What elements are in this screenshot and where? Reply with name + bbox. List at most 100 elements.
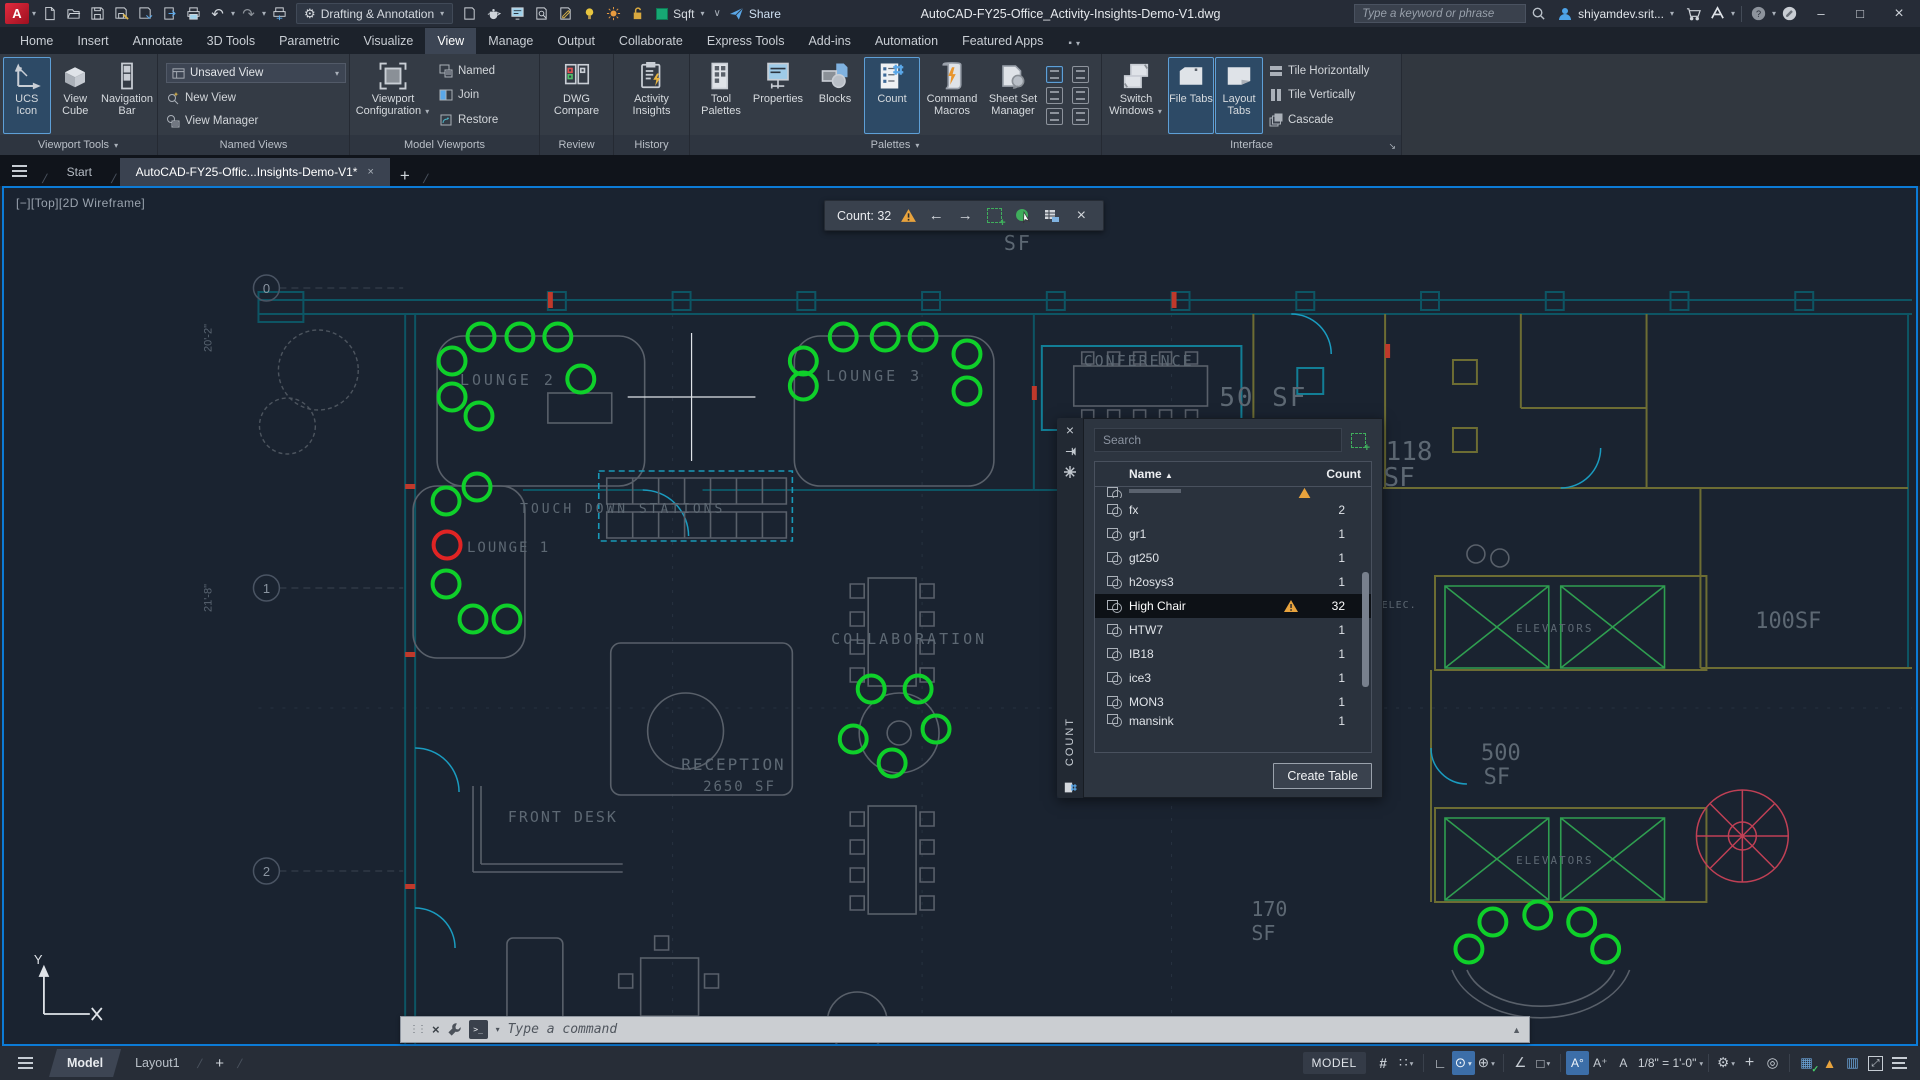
model-space-badge[interactable]: MODEL	[1303, 1052, 1366, 1074]
minimize-button[interactable]: –	[1802, 1, 1840, 27]
help-icon[interactable]: ?	[1747, 2, 1770, 25]
sheet-edit-icon[interactable]	[554, 2, 577, 25]
tab-automation[interactable]: Automation	[863, 28, 950, 54]
layout1-tab[interactable]: Layout1	[121, 1049, 193, 1077]
customize-wrench-icon[interactable]	[447, 1022, 462, 1037]
app-menu-caret-icon[interactable]: ▾	[31, 9, 37, 18]
viewport-controls-label[interactable]: [−][Top][2D Wireframe]	[16, 196, 145, 210]
tab-output[interactable]: Output	[545, 28, 607, 54]
navigation-bar-button[interactable]: Navigation Bar	[100, 57, 154, 134]
palette-select-region-icon[interactable]	[1351, 433, 1366, 448]
count-previous-button[interactable]: ←	[926, 206, 946, 226]
open-file-icon[interactable]	[62, 2, 85, 25]
viewport-configuration-button[interactable]: Viewport Configuration ▾	[353, 57, 433, 134]
reference-mini-icon[interactable]	[1046, 108, 1063, 125]
batch-plot-icon[interactable]	[268, 2, 291, 25]
count-button[interactable]: Count	[864, 57, 920, 134]
new-view-button[interactable]: New View	[166, 91, 341, 105]
count-column-header[interactable]: Count	[1326, 467, 1361, 481]
cascade-button[interactable]: Cascade	[1269, 113, 1369, 127]
tab-home[interactable]: Home	[8, 28, 65, 54]
tab-annotate[interactable]: Annotate	[121, 28, 195, 54]
new-layout-button[interactable]: +	[205, 1055, 234, 1072]
count-select-button[interactable]	[1013, 206, 1033, 226]
model-tab[interactable]: Model	[49, 1049, 121, 1077]
printer-icon[interactable]	[182, 2, 205, 25]
help-caret-icon[interactable]: ▾	[1771, 9, 1777, 18]
sheet-icon[interactable]	[458, 2, 481, 25]
new-drawing-button[interactable]: +	[390, 166, 420, 186]
command-bar[interactable]: ⋮⋮ × >_ ▾ Type a command ▲	[400, 1016, 1530, 1043]
file-tab-active[interactable]: AutoCAD-FY25-Offic...Insights-Demo-V1*×	[120, 158, 390, 186]
count-next-button[interactable]: →	[955, 206, 975, 226]
view-manager-button[interactable]: View Manager	[166, 114, 341, 128]
save-as-icon[interactable]	[110, 2, 133, 25]
workspace-settings-button[interactable]: ⚙▾	[1714, 1051, 1738, 1075]
tab-view[interactable]: View	[425, 28, 476, 54]
panel-label-viewport-tools[interactable]: Viewport Tools▾	[0, 135, 157, 155]
count-row[interactable]: ice31	[1095, 666, 1371, 690]
ribbon-options-button[interactable]: ▪▾	[1061, 33, 1088, 54]
xref-notification-icon[interactable]: ▲	[1818, 1051, 1841, 1075]
sun-icon[interactable]	[602, 2, 625, 25]
tab-featured-apps[interactable]: Featured Apps	[950, 28, 1055, 54]
ucs-icon-button[interactable]: UCS Icon	[3, 57, 51, 134]
share-button[interactable]: Share	[723, 3, 787, 24]
tile-vertically-button[interactable]: Tile Vertically	[1269, 88, 1369, 102]
cart-icon[interactable]	[1682, 2, 1705, 25]
designcenter-mini-icon[interactable]	[1072, 66, 1089, 83]
tab-add-ins[interactable]: Add-ins	[796, 28, 862, 54]
undo-caret-icon[interactable]: ▾	[230, 9, 236, 18]
tab-insert[interactable]: Insert	[65, 28, 120, 54]
command-bar-close-icon[interactable]: ×	[432, 1022, 440, 1037]
count-zoom-selected-button[interactable]	[984, 206, 1004, 226]
command-macros-button[interactable]: Command Macros	[921, 57, 983, 134]
count-row[interactable]: gr11	[1095, 522, 1371, 546]
tab-visualize[interactable]: Visualize	[352, 28, 426, 54]
panel-label-named-views[interactable]: Named Views	[158, 135, 349, 155]
palette-search-input[interactable]	[1094, 428, 1342, 452]
join-viewports-button[interactable]: Join	[439, 88, 498, 102]
tile-horizontally-button[interactable]: Tile Horizontally	[1269, 64, 1369, 78]
palette-autohide-icon[interactable]	[1065, 446, 1076, 457]
close-button[interactable]: ×	[1880, 1, 1918, 27]
tab-collaborate[interactable]: Collaborate	[607, 28, 695, 54]
panel-label-review[interactable]: Review	[540, 135, 613, 155]
panel-label-interface[interactable]: Interface↘	[1102, 135, 1401, 155]
grid-display-toggle[interactable]: #	[1372, 1051, 1395, 1075]
status-menu-icon[interactable]	[18, 1062, 33, 1064]
undo-button[interactable]: ↶	[206, 2, 229, 25]
new-file-icon[interactable]	[38, 2, 61, 25]
collapse-chevron-icon[interactable]: ∨	[713, 8, 722, 19]
clipboard-mini-icon[interactable]	[1072, 108, 1089, 125]
annotation-scale-value[interactable]: 1/8" = 1'-0"	[1635, 1056, 1700, 1070]
workspace-switcher[interactable]: ⚙ Drafting & Annotation ▾	[296, 3, 453, 24]
file-tab-menu-icon[interactable]	[12, 170, 27, 172]
tab-express-tools[interactable]: Express Tools	[695, 28, 797, 54]
count-row[interactable]: gt2501	[1095, 546, 1371, 570]
save-all-icon[interactable]	[134, 2, 157, 25]
sheet-set-manager-button[interactable]: Sheet Set Manager	[984, 57, 1042, 134]
annotation-scale-button[interactable]: A	[1612, 1051, 1635, 1075]
annotation-monitor-toggle[interactable]: +	[1738, 1051, 1761, 1075]
count-row[interactable]: h2osys31	[1095, 570, 1371, 594]
autodesk-caret-icon[interactable]: ▾	[1730, 9, 1736, 18]
annotation-autoscale-toggle[interactable]: A⁺	[1589, 1051, 1612, 1075]
autocad-logo[interactable]: A	[5, 3, 29, 24]
render-teapot-icon[interactable]	[482, 2, 505, 25]
redo-button[interactable]: ↷	[237, 2, 260, 25]
command-bar-grip-icon[interactable]: ⋮⋮	[409, 1024, 425, 1035]
maximize-button[interactable]: □	[1841, 1, 1879, 27]
file-tabs-button[interactable]: File Tabs	[1168, 57, 1214, 134]
count-row[interactable]: MON31	[1095, 690, 1371, 714]
palette-scrollbar-thumb[interactable]	[1362, 572, 1369, 687]
properties-button[interactable]: Properties	[750, 57, 806, 134]
count-row[interactable]: IB181	[1095, 642, 1371, 666]
tool-palettes-button[interactable]: Tool Palettes	[693, 57, 749, 134]
command-prompt-caret-icon[interactable]: ▾	[495, 1025, 501, 1034]
clean-screen-button[interactable]: ⤢	[1864, 1051, 1887, 1075]
graphics-performance-button[interactable]: ▦✓	[1795, 1051, 1818, 1075]
dwg-compare-button[interactable]: DWG Compare	[545, 57, 609, 134]
view-dropdown[interactable]: Unsaved View ▾	[166, 63, 346, 83]
count-row-selected[interactable]: High Chair 32	[1095, 594, 1371, 618]
